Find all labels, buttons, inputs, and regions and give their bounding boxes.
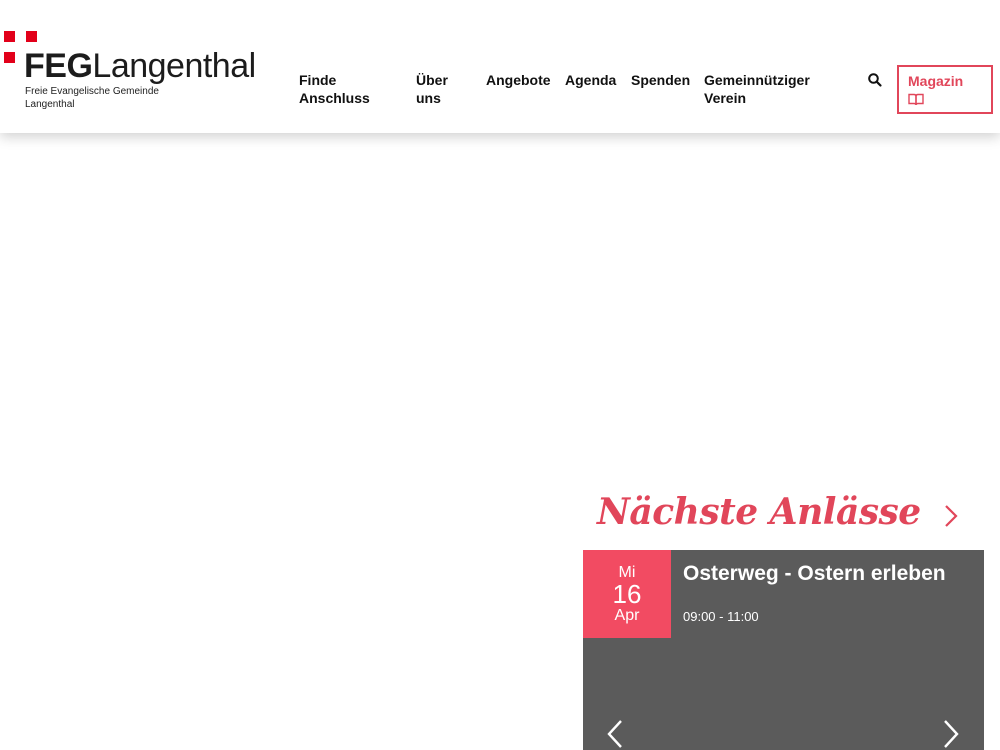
nav-item-angebote[interactable]: Angebote (486, 71, 551, 89)
nav-item-gemeinnuetziger-verein[interactable]: Gemeinnütziger Verein (704, 71, 829, 107)
site-header: FEGLangenthal Freie Evangelische Gemeind… (0, 0, 1000, 133)
event-month: Apr (614, 607, 640, 624)
event-day: 16 (612, 579, 642, 609)
logo-brand-light: Langenthal (92, 47, 256, 85)
event-time: 09:00 - 11:00 (683, 609, 759, 624)
nav-item-ueber-uns[interactable]: Über uns (416, 71, 461, 107)
logo-square (4, 52, 15, 63)
nav-item-finde-anschluss[interactable]: Finde Anschluss (299, 71, 379, 107)
site-logo[interactable]: FEGLangenthal Freie Evangelische Gemeind… (4, 30, 274, 115)
logo-wordmark: FEGLangenthal (24, 46, 256, 86)
magazin-label: Magazin (908, 73, 964, 89)
chevron-right-icon[interactable] (940, 503, 962, 529)
logo-square (4, 31, 15, 42)
search-icon[interactable] (867, 72, 883, 88)
nav-item-spenden[interactable]: Spenden (631, 71, 690, 89)
book-icon (908, 93, 924, 106)
events-heading: Nächste Anlässe (597, 491, 921, 533)
event-date-badge: Mi 16 Apr (583, 550, 671, 638)
magazin-button[interactable]: Magazin (897, 65, 993, 114)
carousel-prev-icon[interactable] (604, 718, 626, 750)
carousel-next-icon[interactable] (940, 718, 962, 750)
event-card[interactable]: Mi 16 Apr Osterweg - Ostern erleben 09:0… (583, 550, 984, 750)
logo-subtitle: Freie Evangelische Gemeinde Langenthal (25, 86, 159, 110)
logo-brand-bold: FEG (24, 47, 93, 85)
nav-item-agenda[interactable]: Agenda (565, 71, 616, 89)
event-title: Osterweg - Ostern erleben (683, 562, 946, 585)
logo-square (26, 31, 37, 42)
